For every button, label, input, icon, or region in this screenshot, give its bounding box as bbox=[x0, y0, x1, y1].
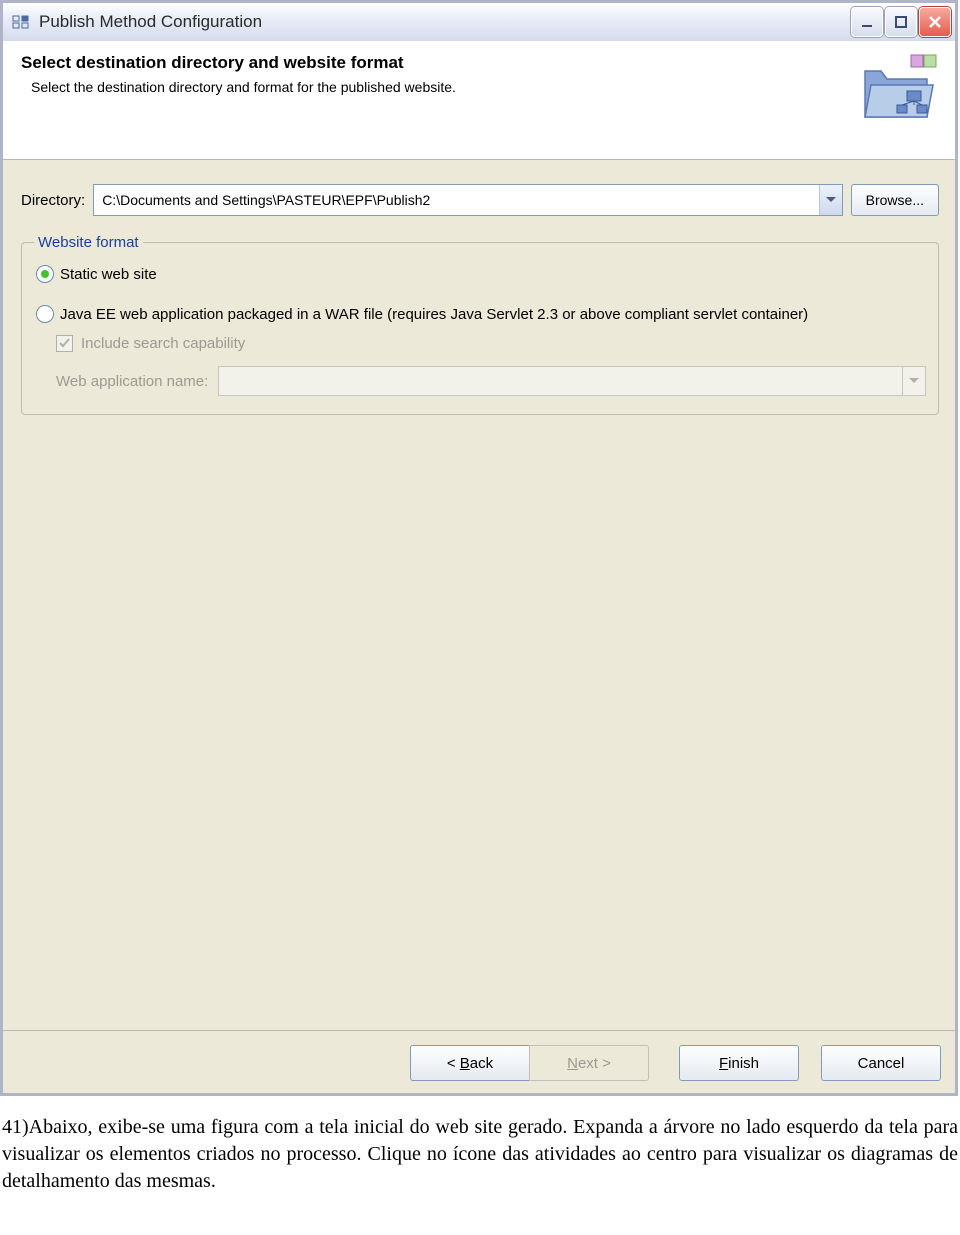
maximize-button[interactable] bbox=[885, 7, 917, 37]
wizard-content: Directory: Browse... Website format Stat… bbox=[3, 160, 955, 1030]
include-search-label: Include search capability bbox=[81, 335, 245, 352]
window-buttons bbox=[851, 7, 951, 37]
figure-caption: 41)Abaixo, exibe-se uma figura com a tel… bbox=[0, 1096, 960, 1203]
banner-folder-icon bbox=[859, 53, 939, 143]
titlebar: Publish Method Configuration bbox=[3, 0, 955, 41]
window-icon bbox=[9, 13, 33, 31]
webapp-name-row: Web application name: bbox=[56, 366, 926, 396]
radio-selected-icon[interactable] bbox=[36, 265, 54, 283]
directory-dropdown-icon[interactable] bbox=[819, 185, 842, 215]
cancel-button[interactable]: Cancel bbox=[821, 1045, 941, 1081]
include-search-row: Include search capability bbox=[56, 335, 926, 352]
directory-row: Directory: Browse... bbox=[21, 184, 939, 216]
radio-static-row[interactable]: Static web site bbox=[36, 265, 926, 283]
button-bar: < Back Next > Finish Cancel bbox=[3, 1030, 955, 1093]
next-button: Next > bbox=[529, 1045, 649, 1081]
browse-button[interactable]: Browse... bbox=[851, 184, 939, 216]
webapp-dropdown-icon bbox=[902, 367, 925, 395]
finish-button[interactable]: Finish bbox=[679, 1045, 799, 1081]
webapp-name-label: Web application name: bbox=[56, 373, 208, 390]
website-format-group: Website format Static web site Java EE w… bbox=[21, 234, 939, 415]
directory-combo[interactable] bbox=[93, 184, 842, 216]
checkbox-icon bbox=[56, 335, 73, 352]
minimize-button[interactable] bbox=[851, 7, 883, 37]
wizard-banner: Select destination directory and website… bbox=[3, 41, 955, 160]
directory-input[interactable] bbox=[94, 185, 818, 215]
banner-subheading: Select the destination directory and for… bbox=[31, 79, 859, 95]
window-title: Publish Method Configuration bbox=[33, 12, 851, 32]
back-button[interactable]: < Back bbox=[410, 1045, 529, 1081]
radio-unselected-icon[interactable] bbox=[36, 305, 54, 323]
directory-label: Directory: bbox=[21, 192, 85, 209]
wizard-window: Publish Method Configuration Select dest… bbox=[0, 0, 958, 1096]
close-button[interactable] bbox=[919, 7, 951, 37]
radio-static-label: Static web site bbox=[60, 266, 157, 283]
radio-war-label: Java EE web application packaged in a WA… bbox=[60, 306, 808, 323]
webapp-name-combo bbox=[218, 366, 926, 396]
banner-heading: Select destination directory and website… bbox=[21, 53, 859, 73]
radio-war-row[interactable]: Java EE web application packaged in a WA… bbox=[36, 305, 926, 323]
group-legend: Website format bbox=[34, 234, 143, 251]
